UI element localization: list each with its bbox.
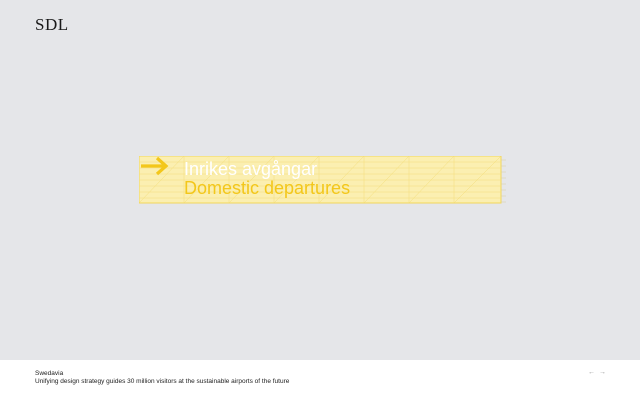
wayfinding-sign-illustration: Inrikes avgångar Domestic departures — [139, 156, 507, 204]
sign-text-swedish: Inrikes avgångar — [184, 159, 318, 179]
next-arrow-icon[interactable]: → — [599, 369, 606, 376]
slide-navigation: ← → — [588, 369, 606, 376]
sign-text-english: Domestic departures — [184, 178, 351, 198]
client-name: Swedavia — [35, 370, 64, 377]
sdl-logo[interactable]: SDL — [35, 15, 69, 35]
footer-bar: Swedavia Unifying design strategy guides… — [0, 360, 640, 412]
prev-arrow-icon[interactable]: ← — [588, 369, 595, 376]
project-description[interactable]: Unifying design strategy guides 30 milli… — [35, 378, 289, 385]
arrow-right-icon — [141, 156, 169, 176]
